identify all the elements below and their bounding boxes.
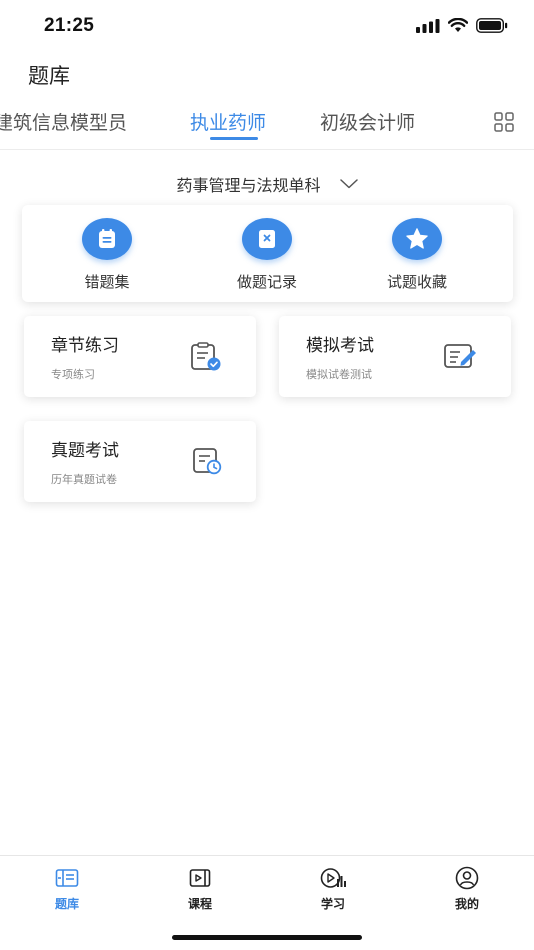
past-exam-subtitle: 历年真题试卷 <box>51 473 117 486</box>
wrong-questions-button[interactable]: 错题集 <box>47 218 167 292</box>
bottom-nav: 题库 课程 学习 我的 <box>0 856 534 926</box>
nav-label-study: 学习 <box>320 897 345 911</box>
active-tab-indicator <box>210 137 258 140</box>
battery-icon <box>476 18 508 33</box>
mock-exam-card[interactable]: 模拟考试 模拟试卷测试 <box>279 316 511 397</box>
tab-junior-accountant[interactable]: 初级会计师 <box>320 108 415 135</box>
notebook-icon <box>82 218 132 260</box>
past-exam-card[interactable]: 真题考试 历年真题试卷 <box>24 421 256 502</box>
favorites-label: 试题收藏 <box>386 273 447 291</box>
nav-label-profile: 我的 <box>454 897 479 911</box>
tabs-divider <box>0 149 534 150</box>
practice-record-button[interactable]: 做题记录 <box>207 218 327 292</box>
clock-doc-icon <box>193 448 222 475</box>
wifi-icon <box>448 18 468 32</box>
mock-exam-title: 模拟考试 <box>306 336 374 356</box>
page-title: 题库 <box>28 64 70 88</box>
tab-licensed-pharmacist[interactable]: 执业药师 <box>190 108 266 135</box>
nav-label-course: 课程 <box>187 897 212 911</box>
home-indicator <box>172 935 362 940</box>
nav-label-question-bank: 题库 <box>54 897 79 911</box>
study-icon <box>293 866 373 890</box>
nav-item-profile[interactable]: 我的 <box>427 866 507 912</box>
subject-selector[interactable]: 药事管理与法规单科 <box>0 172 534 196</box>
past-exam-title: 真题考试 <box>51 441 119 461</box>
nav-item-question-bank[interactable]: 题库 <box>27 866 107 912</box>
chapter-practice-subtitle: 专项练习 <box>51 368 95 381</box>
status-icons <box>416 18 508 33</box>
favorites-button[interactable]: 试题收藏 <box>357 218 477 292</box>
profile-icon <box>427 866 507 890</box>
nav-item-course[interactable]: 课程 <box>160 866 240 912</box>
wrong-questions-label: 错题集 <box>84 273 130 291</box>
chevron-down-icon <box>339 179 358 189</box>
question-bank-icon <box>27 866 107 890</box>
chapter-practice-card[interactable]: 章节练习 专项练习 <box>24 316 256 397</box>
status-bar: 21:25 <box>0 0 534 50</box>
category-tabs: 建筑信息模型员 执业药师 初级会计师 <box>0 108 534 148</box>
quick-actions-card: 错题集 做题记录 试题收藏 <box>22 205 513 302</box>
clipboard-check-icon <box>191 342 221 371</box>
category-grid-icon[interactable] <box>494 112 514 132</box>
subject-label: 药事管理与法规单科 <box>176 176 321 195</box>
mock-exam-subtitle: 模拟试卷测试 <box>306 368 372 381</box>
star-icon <box>392 218 442 260</box>
tab-building-info-modeler[interactable]: 建筑信息模型员 <box>0 108 127 135</box>
chapter-practice-title: 章节练习 <box>51 336 119 356</box>
record-icon <box>242 218 292 260</box>
nav-item-study[interactable]: 学习 <box>293 866 373 912</box>
status-time: 21:25 <box>44 15 95 36</box>
edit-note-icon <box>444 344 476 368</box>
signal-icon <box>416 18 440 33</box>
practice-record-label: 做题记录 <box>236 273 297 291</box>
course-icon <box>160 866 240 890</box>
